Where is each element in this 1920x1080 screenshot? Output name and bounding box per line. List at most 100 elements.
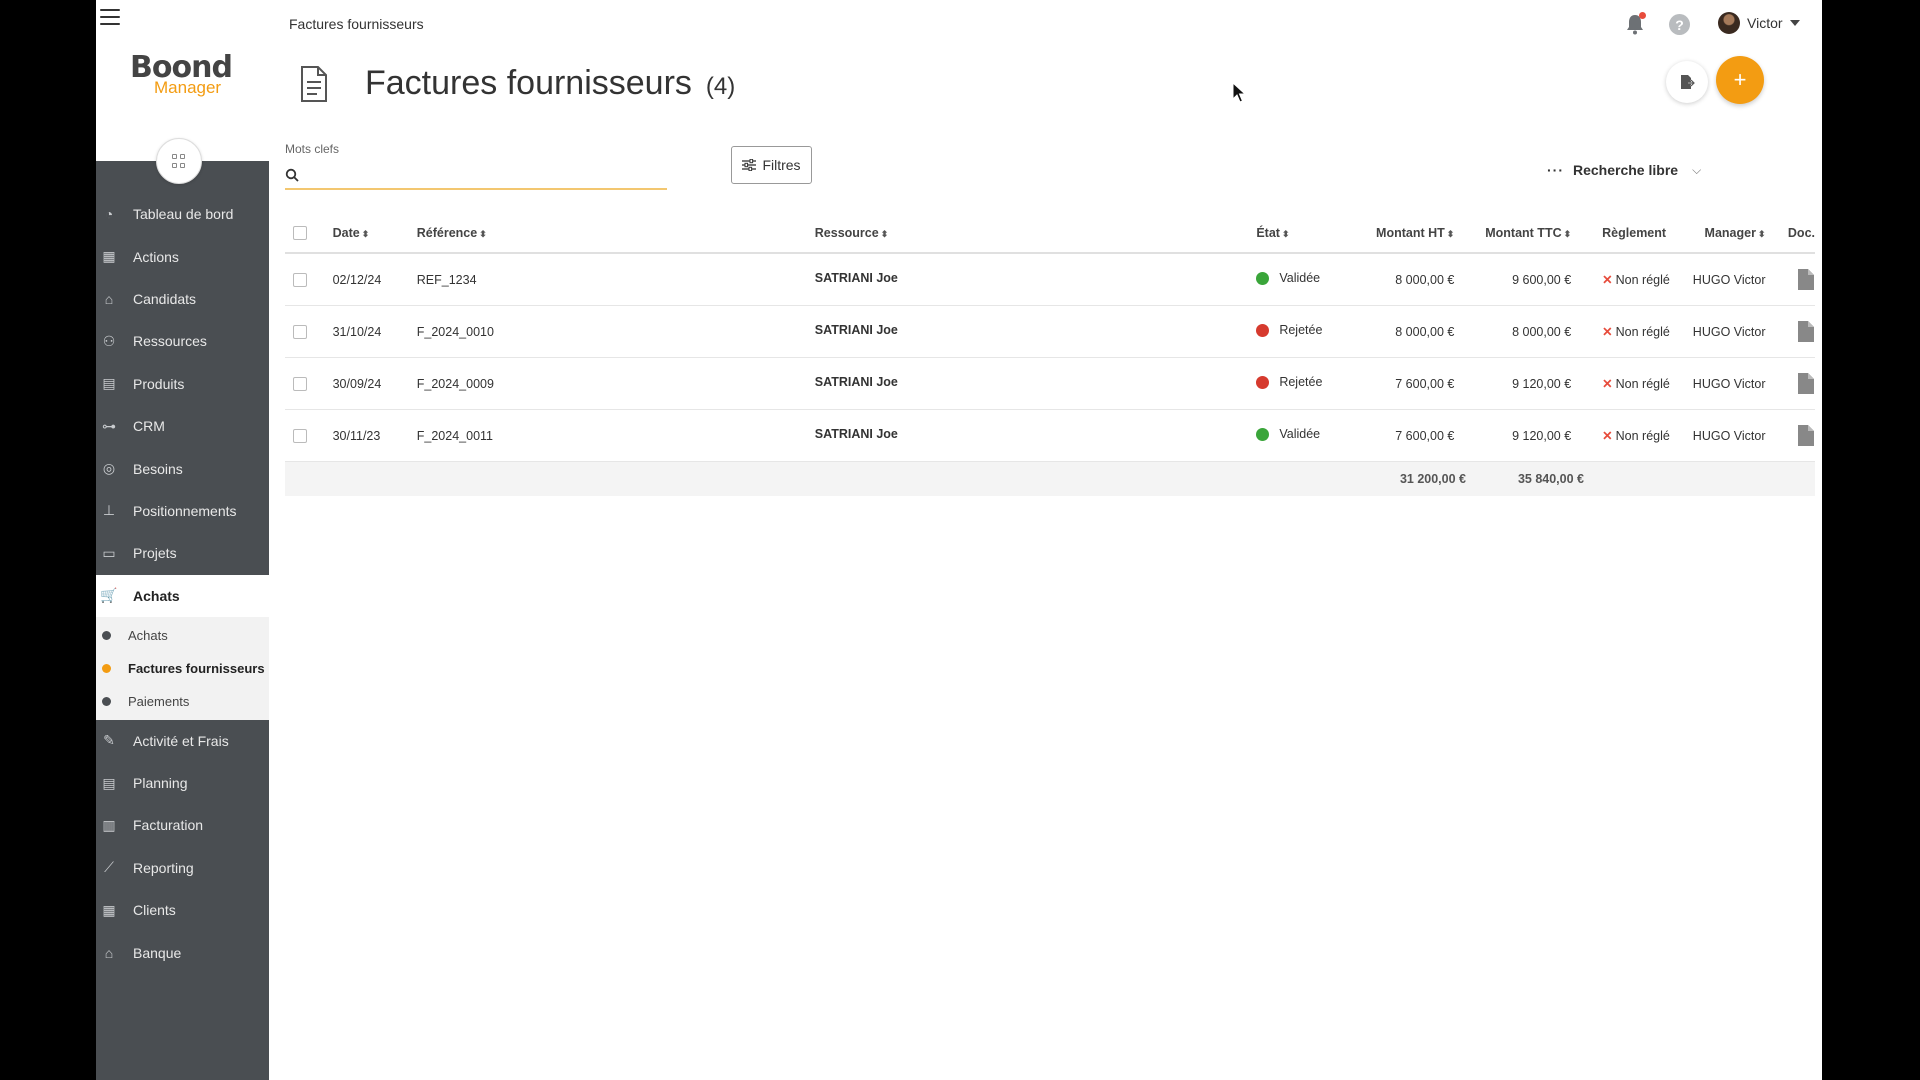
sidebar-item-produits[interactable]: ▤ Produits xyxy=(96,363,269,405)
free-search-label: Recherche libre xyxy=(1573,162,1679,178)
header-manager[interactable]: Manager ⬍ xyxy=(1671,226,1766,240)
book-icon: ▤ xyxy=(102,375,116,392)
header-ressource[interactable]: Ressource ⬍ xyxy=(815,226,1257,240)
cell-reference[interactable]: F_2024_0009 xyxy=(417,377,815,391)
sidebar-item-planning[interactable]: ▤ Planning xyxy=(96,762,269,804)
table-row[interactable]: 31/10/24 F_2024_0010 SATRIANI Joe Rejetée 8 … xyxy=(285,306,1815,358)
sidebar-item-label: Ressources xyxy=(133,333,207,350)
sidebar-item-facturation[interactable]: ▥ Facturation xyxy=(96,804,269,846)
header-montant-ht[interactable]: Montant HT ⬍ xyxy=(1350,226,1454,240)
table-row[interactable]: 30/11/23 F_2024_0011 SATRIANI Joe Validée 7 … xyxy=(285,410,1815,462)
sidebar-item-achats[interactable]: 🛒 Achats xyxy=(96,574,269,617)
header-etat[interactable]: État ⬍ xyxy=(1256,226,1350,240)
file-icon[interactable] xyxy=(1797,268,1815,291)
cell-date: 30/09/24 xyxy=(332,376,382,391)
file-icon[interactable] xyxy=(1797,372,1815,395)
sidebar-item-positionnements[interactable]: ⊥ Positionnements xyxy=(96,490,269,532)
row-checkbox[interactable] xyxy=(293,428,307,443)
free-search-toggle[interactable]: ··· Recherche libre ⌵ xyxy=(1547,162,1701,178)
cell-ressource[interactable]: SATRIANI Joe xyxy=(815,271,898,285)
sidebar-item-candidats[interactable]: ⌂ Candidats xyxy=(96,278,269,320)
row-checkbox[interactable] xyxy=(293,376,307,391)
table-row[interactable]: 02/12/24 REF_1234 SATRIANI Joe Validée 8 000… xyxy=(285,254,1815,306)
sidebar-item-label: Candidats xyxy=(133,290,197,307)
cell-manager: HUGO Victor xyxy=(1692,428,1766,443)
export-button[interactable] xyxy=(1666,61,1708,103)
hamburger-menu-icon[interactable] xyxy=(100,9,120,27)
sidebar-subitem-achats[interactable]: Achats xyxy=(96,619,269,652)
more-dots-icon: ··· xyxy=(1547,162,1564,178)
sort-icon: ⬍ xyxy=(479,229,487,239)
select-all-checkbox[interactable] xyxy=(293,226,307,240)
cell-ressource[interactable]: SATRIANI Joe xyxy=(815,427,898,441)
cross-icon: ✕ xyxy=(1602,273,1613,287)
notification-badge xyxy=(1639,12,1646,19)
header-montant-ttc[interactable]: Montant TTC ⬍ xyxy=(1454,226,1571,240)
sidebar-subnav: Achats Factures fournisseurs Paiements xyxy=(96,616,269,720)
cell-manager: HUGO Victor xyxy=(1692,324,1766,339)
filters-button[interactable]: Filtres xyxy=(731,146,812,184)
sidebar-item-label: Banque xyxy=(133,944,182,961)
edit-icon: ✎ xyxy=(103,732,115,749)
bell-icon[interactable] xyxy=(1625,12,1646,35)
row-checkbox[interactable] xyxy=(293,324,307,339)
sidebar: Boond Manager ◔ Tableau de bord ▦ Actions ⌂ C… xyxy=(96,0,269,1080)
sidebar-item-clients[interactable]: ▦ Clients xyxy=(96,889,269,931)
row-checkbox[interactable] xyxy=(293,272,307,287)
sidebar-item-label: Activité et Frais xyxy=(133,732,229,749)
cell-date: 02/12/24 xyxy=(332,272,382,287)
cell-reference[interactable]: REF_1234 xyxy=(417,273,815,287)
search-input[interactable] xyxy=(305,163,667,187)
select-all-cell xyxy=(285,226,333,240)
bullet-icon xyxy=(102,630,111,640)
invoices-table: Date ⬍ Référence ⬍ Ressource ⬍ État ⬍ Montan… xyxy=(285,214,1815,496)
cell-manager: HUGO Victor xyxy=(1692,272,1766,287)
sidebar-subitem-paiements[interactable]: Paiements xyxy=(96,685,269,718)
search-icon xyxy=(285,168,299,182)
sidebar-item-banque[interactable]: ⌂ Banque xyxy=(96,931,269,973)
header-reglement: Règlement xyxy=(1602,226,1667,240)
sidebar-subitem-label: Factures fournisseurs xyxy=(128,660,265,676)
filters-label: Filtres xyxy=(762,157,801,173)
cell-reference[interactable]: F_2024_0010 xyxy=(417,325,815,339)
cell-montant-ttc: 8 000,00 € xyxy=(1512,324,1572,339)
caret-down-icon xyxy=(1789,20,1800,26)
page-header: Factures fournisseurs (4) xyxy=(299,64,735,103)
sidebar-item-tableau-de-bord[interactable]: ◔ Tableau de bord xyxy=(96,193,269,235)
help-icon[interactable]: ? xyxy=(1669,14,1690,35)
topbar: Factures fournisseurs ? Victor xyxy=(269,0,1822,46)
sidebar-item-label: Clients xyxy=(133,902,176,919)
building-icon: ▦ xyxy=(102,901,116,918)
sidebar-item-crm[interactable]: ⊶ CRM xyxy=(96,405,269,447)
cell-reference[interactable]: F_2024_0011 xyxy=(417,429,815,443)
sidebar-item-reporting[interactable]: ⟋ Reporting xyxy=(96,847,269,889)
sidebar-subitem-factures-fournisseurs[interactable]: Factures fournisseurs xyxy=(96,652,269,685)
cell-ressource[interactable]: SATRIANI Joe xyxy=(815,323,898,337)
sidebar-item-ressources[interactable]: ⚇ Ressources xyxy=(96,320,269,362)
cell-manager: HUGO Victor xyxy=(1692,376,1766,391)
file-icon[interactable] xyxy=(1797,320,1815,343)
header-date[interactable]: Date ⬍ xyxy=(333,226,417,240)
file-icon[interactable] xyxy=(1797,424,1815,447)
user-menu[interactable]: Victor xyxy=(1718,12,1800,34)
table-row[interactable]: 30/09/24 F_2024_0009 SATRIANI Joe Rejetée 7 … xyxy=(285,358,1815,410)
add-button[interactable]: + xyxy=(1716,56,1764,104)
sliders-icon xyxy=(742,159,757,171)
logo[interactable]: Boond Manager xyxy=(130,53,240,97)
status-dot-icon xyxy=(1256,271,1270,285)
cell-montant-ht: 8 000,00 € xyxy=(1395,272,1455,287)
result-count: (4) xyxy=(705,72,736,100)
sidebar-item-besoins[interactable]: ◎ Besoins xyxy=(96,447,269,489)
sidebar-subitem-label: Paiements xyxy=(128,693,190,709)
sidebar-item-projets[interactable]: ▭ Projets xyxy=(96,532,269,574)
cell-ressource[interactable]: SATRIANI Joe xyxy=(815,375,898,389)
export-icon xyxy=(1681,75,1695,89)
apps-grid-button[interactable] xyxy=(156,138,202,184)
cross-icon: ✕ xyxy=(1602,325,1613,339)
header-reference[interactable]: Référence ⬍ xyxy=(417,226,815,240)
briefcase-icon: ▭ xyxy=(102,544,116,561)
sidebar-item-activit-et-frais[interactable]: ✎ Activité et Frais xyxy=(96,720,269,762)
sidebar-item-actions[interactable]: ▦ Actions xyxy=(96,235,269,277)
cell-montant-ttc: 9 600,00 € xyxy=(1512,272,1572,287)
status-dot-icon xyxy=(1256,323,1270,337)
